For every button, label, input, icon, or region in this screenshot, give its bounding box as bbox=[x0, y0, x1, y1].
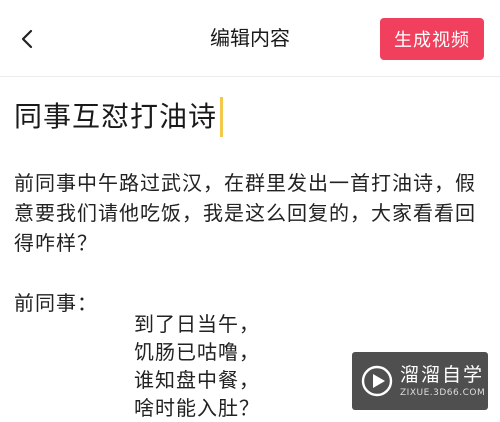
top-navigation-bar: 编辑内容 生成视频 bbox=[0, 0, 500, 76]
watermark-subtext: ZIXUE.3D66.COM bbox=[400, 388, 486, 398]
generate-video-button[interactable]: 生成视频 bbox=[380, 18, 484, 60]
poem-line: 到了日当午， bbox=[134, 312, 260, 336]
poem-line: 啥时能入肚？ bbox=[134, 396, 260, 420]
header-divider bbox=[0, 76, 500, 77]
title-input[interactable]: 同事互怼打油诗 bbox=[14, 94, 224, 140]
poem-line: 谁知盘中餐， bbox=[134, 368, 260, 392]
watermark: 溜溜自学 ZIXUE.3D66.COM bbox=[352, 352, 488, 410]
poem-block[interactable]: 到了日当午， 饥肠已咕噜， 谁知盘中餐， 啥时能入肚？ bbox=[134, 310, 260, 422]
poem-line: 饥肠已咕噜， bbox=[134, 340, 260, 364]
article-title: 同事互怼打油诗 bbox=[14, 100, 218, 133]
play-logo-icon bbox=[361, 365, 393, 397]
paragraph-intro: 前同事中午路过武汉，在群里发出一首打油诗，假意要我们请他吃饭，我是这么回复的，大… bbox=[14, 171, 476, 255]
content-editor[interactable]: 前同事中午路过武汉，在群里发出一首打油诗，假意要我们请他吃饭，我是这么回复的，大… bbox=[14, 168, 486, 318]
text-cursor bbox=[220, 97, 224, 137]
watermark-text: 溜溜自学 bbox=[400, 364, 485, 386]
